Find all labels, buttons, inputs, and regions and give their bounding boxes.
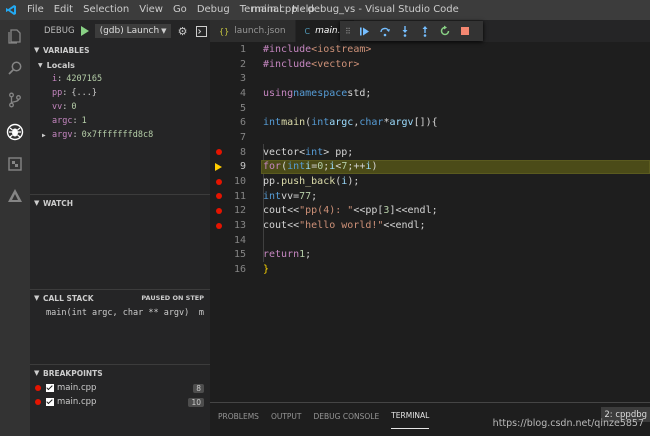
- breakpoint-item[interactable]: main.cpp 8: [30, 381, 210, 395]
- launch-config-select[interactable]: (gdb) Launch ▼: [94, 24, 171, 38]
- code-line[interactable]: 14: [210, 233, 650, 248]
- chevron-down-icon: ▼: [34, 46, 40, 54]
- tab-problems[interactable]: PROBLEMS: [218, 403, 259, 429]
- debug-label: DEBUG: [44, 26, 75, 36]
- stop-icon[interactable]: [455, 21, 475, 41]
- editor: {} launch.json C main.c 1 #include <iost…: [210, 20, 650, 402]
- current-line-arrow-icon: [215, 162, 222, 171]
- code-line[interactable]: 8 vector< int > pp;: [210, 145, 650, 160]
- code-line[interactable]: 5: [210, 101, 650, 116]
- code-line[interactable]: 7: [210, 130, 650, 145]
- tab-terminal[interactable]: TERMINAL: [391, 403, 430, 429]
- gear-icon[interactable]: ⚙: [176, 24, 190, 38]
- tab-debug-console[interactable]: DEBUG CONSOLE: [314, 403, 380, 429]
- search-icon[interactable]: [0, 52, 30, 84]
- callstack-status: PAUSED ON STEP: [141, 294, 204, 302]
- vscode-logo-icon: [0, 0, 22, 20]
- code-line[interactable]: 13 cout<< "hello world!" <<endl;: [210, 218, 650, 233]
- continue-icon[interactable]: [355, 21, 375, 41]
- debug-sidebar: DEBUG (gdb) Launch ▼ ⚙ ▼ VARIABLES ▼ Loc…: [30, 20, 210, 436]
- tab-launch-json[interactable]: {} launch.json: [210, 20, 296, 42]
- callstack-frame[interactable]: main(int argc, char ** argv) m: [30, 306, 210, 320]
- code-line[interactable]: 12 cout<< "pp(4): " <<pp[3]<<endl;: [210, 204, 650, 219]
- source-control-icon[interactable]: [0, 84, 30, 116]
- step-over-icon[interactable]: [375, 21, 395, 41]
- debug-toolbar: DEBUG (gdb) Launch ▼ ⚙: [30, 20, 210, 42]
- variable-row[interactable]: ▶ argv:0x7fffffffd8c8: [30, 128, 210, 142]
- terminal-icon[interactable]: [195, 24, 209, 38]
- menu-view[interactable]: View: [134, 0, 168, 20]
- menu-terminal[interactable]: Terminal: [235, 0, 287, 20]
- code-line[interactable]: 15 return 1;: [210, 248, 650, 263]
- title-bar: File Edit Selection View Go Debug Termin…: [0, 0, 650, 20]
- breakpoint-dot-icon: [35, 385, 41, 391]
- watermark: https://blog.csdn.net/qinze5857: [492, 418, 644, 429]
- menu-selection[interactable]: Selection: [78, 0, 134, 20]
- variable-row[interactable]: pp: {...}: [30, 86, 210, 100]
- code-line[interactable]: 4 using namespace std;: [210, 86, 650, 101]
- breakpoint-icon[interactable]: [216, 207, 222, 214]
- deploy-icon[interactable]: [0, 180, 30, 212]
- variable-row[interactable]: i:4207165: [30, 72, 210, 86]
- locals-scope[interactable]: ▼ Locals: [30, 58, 210, 72]
- step-out-icon[interactable]: [415, 21, 435, 41]
- bottom-panel: PROBLEMS OUTPUT DEBUG CONSOLE TERMINAL 2…: [210, 402, 650, 436]
- code-line[interactable]: 11 int vv= 77;: [210, 189, 650, 204]
- breakpoint-icon[interactable]: [216, 178, 222, 185]
- tab-output[interactable]: OUTPUT: [271, 403, 302, 429]
- breakpoint-item[interactable]: main.cpp 10: [30, 395, 210, 409]
- code-line[interactable]: 2 #include <vector>: [210, 57, 650, 72]
- chevron-down-icon: ▼: [34, 369, 40, 377]
- callstack-header[interactable]: ▼ CALL STACK PAUSED ON STEP: [30, 290, 210, 306]
- breakpoint-dot-icon: [35, 399, 41, 405]
- menu-bar: File Edit Selection View Go Debug Termin…: [22, 0, 320, 20]
- breakpoint-icon[interactable]: [216, 222, 222, 229]
- chevron-down-icon: ▼: [34, 199, 40, 207]
- chevron-down-icon: ▼: [34, 294, 40, 302]
- step-into-icon[interactable]: [395, 21, 415, 41]
- floating-debug-toolbar: ⠿: [340, 21, 483, 41]
- code-area[interactable]: 1 #include <iostream> 2 #include <vector…: [210, 42, 650, 277]
- drag-handle-icon[interactable]: ⠿: [345, 27, 351, 36]
- code-line[interactable]: 10 pp. push_back(i);: [210, 174, 650, 189]
- code-line[interactable]: 16 }: [210, 262, 650, 277]
- breakpoint-icon[interactable]: [216, 149, 222, 156]
- menu-file[interactable]: File: [22, 0, 49, 20]
- start-debugging-icon[interactable]: [80, 26, 89, 36]
- debug-icon[interactable]: [0, 116, 30, 148]
- breakpoints-header[interactable]: ▼ BREAKPOINTS: [30, 365, 210, 381]
- menu-help[interactable]: Help: [287, 0, 320, 20]
- variable-row[interactable]: vv:0: [30, 100, 210, 114]
- launch-config-value: (gdb) Launch: [99, 26, 160, 36]
- restart-icon[interactable]: [435, 21, 455, 41]
- chevron-down-icon: ▼: [161, 27, 167, 35]
- menu-debug[interactable]: Debug: [192, 0, 235, 20]
- breakpoint-checkbox[interactable]: [46, 398, 54, 406]
- code-line[interactable]: 1 #include <iostream>: [210, 42, 650, 57]
- chevron-right-icon[interactable]: ▶: [42, 132, 46, 139]
- files-icon[interactable]: [0, 20, 30, 52]
- extensions-icon[interactable]: [0, 148, 30, 180]
- chevron-down-icon: ▼: [38, 61, 43, 69]
- variable-row[interactable]: argc:1: [30, 114, 210, 128]
- current-execution-line[interactable]: 9 for (int i = 0; i <7 ;++ i): [210, 159, 650, 175]
- watch-header[interactable]: ▼ WATCH: [30, 195, 210, 211]
- activity-bar: [0, 20, 30, 436]
- breakpoint-checkbox[interactable]: [46, 384, 54, 392]
- variables-header[interactable]: ▼ VARIABLES: [30, 42, 210, 58]
- cpp-file-icon: C: [304, 26, 311, 36]
- code-line[interactable]: 3: [210, 71, 650, 86]
- json-file-icon: {}: [219, 26, 230, 36]
- menu-edit[interactable]: Edit: [49, 0, 78, 20]
- code-line[interactable]: 6 int main(int argc, char * argv[]){: [210, 115, 650, 130]
- breakpoint-icon[interactable]: [216, 193, 222, 200]
- menu-go[interactable]: Go: [168, 0, 192, 20]
